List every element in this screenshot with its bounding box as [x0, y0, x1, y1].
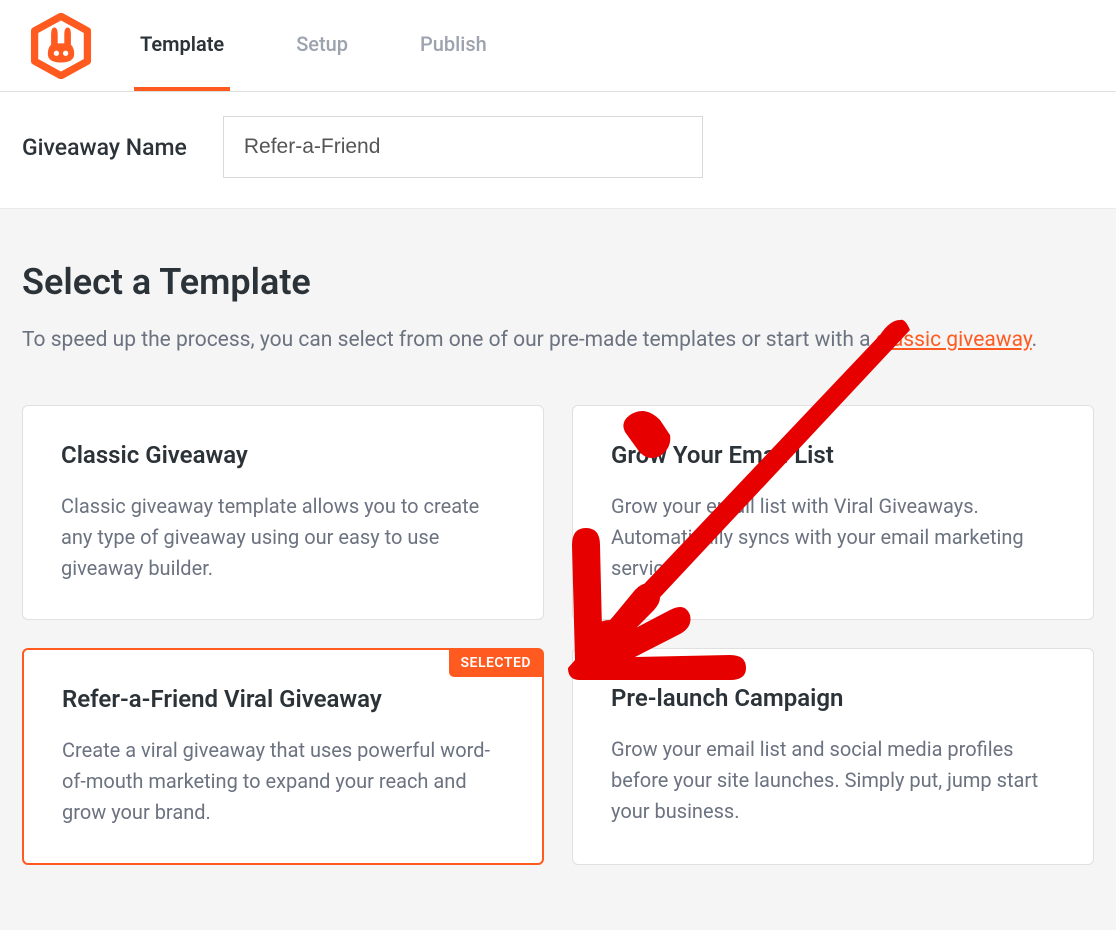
template-card-desc: Classic giveaway template allows you to … — [61, 491, 505, 584]
selected-badge: SELECTED — [449, 649, 543, 677]
template-card-title: Classic Giveaway — [61, 441, 505, 469]
tab-setup[interactable]: Setup — [290, 0, 354, 91]
template-card-prelaunch[interactable]: Pre-launch Campaign Grow your email list… — [572, 648, 1094, 865]
template-card-title: Refer-a-Friend Viral Giveaway — [62, 685, 504, 713]
content-area: Select a Template To speed up the proces… — [0, 209, 1116, 905]
giveaway-name-input[interactable] — [223, 116, 703, 178]
classic-giveaway-link[interactable]: classic giveaway — [876, 328, 1032, 352]
tab-template[interactable]: Template — [134, 0, 230, 91]
subtitle-text: To speed up the process, you can select … — [22, 328, 876, 352]
template-card-title: Pre-launch Campaign — [611, 684, 1055, 712]
page-title: Select a Template — [22, 261, 1094, 303]
template-card-desc: Grow your email list with Viral Giveaway… — [611, 491, 1055, 584]
subtitle-suffix: . — [1032, 328, 1038, 352]
template-card-refer-friend[interactable]: SELECTED Refer-a-Friend Viral Giveaway C… — [22, 648, 544, 865]
giveaway-name-bar: Giveaway Name — [0, 92, 1116, 209]
template-card-title: Grow Your Email List — [611, 441, 1055, 469]
brand-logo-icon — [28, 13, 94, 79]
template-card-desc: Grow your email list and social media pr… — [611, 734, 1055, 827]
page-subtitle: To speed up the process, you can select … — [22, 325, 1094, 357]
logo — [28, 0, 134, 91]
app-header: Template Setup Publish — [0, 0, 1116, 92]
template-card-grow-email[interactable]: Grow Your Email List Grow your email lis… — [572, 405, 1094, 620]
template-card-desc: Create a viral giveaway that uses powerf… — [62, 735, 504, 828]
wizard-tabs: Template Setup Publish — [134, 0, 493, 91]
template-grid: Classic Giveaway Classic giveaway templa… — [22, 405, 1094, 865]
template-card-classic[interactable]: Classic Giveaway Classic giveaway templa… — [22, 405, 544, 620]
giveaway-name-label: Giveaway Name — [22, 134, 187, 161]
tab-publish[interactable]: Publish — [414, 0, 493, 91]
